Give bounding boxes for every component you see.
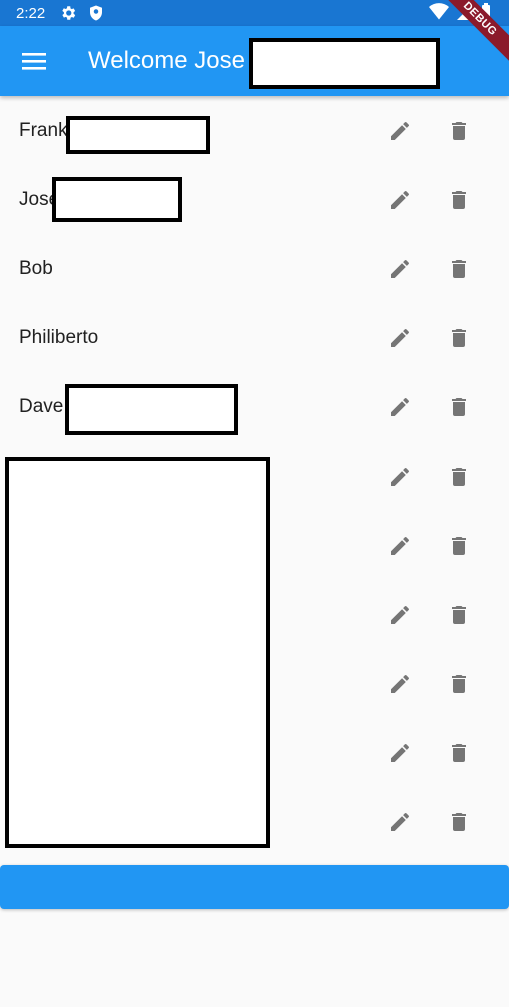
list-item: Bob [0,234,509,303]
pencil-icon [391,190,409,209]
pencil-icon [391,398,409,417]
wifi-icon [429,3,449,20]
edit-button[interactable] [380,249,420,289]
redaction-box [66,116,210,154]
pencil-icon [391,675,409,694]
menu-button[interactable] [17,44,51,78]
delete-button[interactable] [439,526,479,566]
pencil-icon [391,121,409,140]
redaction-box [249,38,440,89]
trash-icon [452,467,466,486]
pencil-icon [391,329,409,348]
edit-button[interactable] [380,318,420,358]
edit-button[interactable] [380,387,420,427]
trash-icon [452,329,466,348]
settings-icon [62,6,76,20]
pencil-icon [391,467,409,486]
delete-button[interactable] [439,802,479,842]
hamburger-menu-icon [22,53,46,70]
edit-button[interactable] [380,802,420,842]
trash-icon [452,813,466,832]
trash-icon [452,675,466,694]
bottom-action-button[interactable] [0,865,509,909]
delete-button[interactable] [439,318,479,358]
edit-button[interactable] [380,733,420,773]
edit-button[interactable] [380,595,420,635]
page-title: Welcome Jose [88,47,245,74]
pencil-icon [391,536,409,555]
delete-button[interactable] [439,457,479,497]
delete-button[interactable] [439,595,479,635]
shield-icon [90,5,103,21]
edit-button[interactable] [380,111,420,151]
redaction-box [52,177,182,222]
delete-button[interactable] [439,733,479,773]
item-name: Philiberto [19,327,99,349]
edit-button[interactable] [380,526,420,566]
item-name: Bob [19,257,53,279]
trash-icon [452,190,466,209]
delete-button[interactable] [439,111,479,151]
pencil-icon [391,813,409,832]
trash-icon [452,259,466,278]
pencil-icon [391,605,409,624]
trash-icon [452,398,466,417]
redaction-box [5,457,270,848]
pencil-icon [391,744,409,763]
edit-button[interactable] [380,664,420,704]
status-bar: 2:22 [0,0,509,26]
pencil-icon [391,259,409,278]
trash-icon [452,121,466,140]
edit-button[interactable] [380,180,420,220]
delete-button[interactable] [439,249,479,289]
status-time: 2:22 [16,4,46,22]
delete-button[interactable] [439,664,479,704]
delete-button[interactable] [439,180,479,220]
trash-icon [452,536,466,555]
edit-button[interactable] [380,457,420,497]
trash-icon [452,605,466,624]
redaction-box [65,384,238,435]
delete-button[interactable] [439,387,479,427]
list-item: Philiberto [0,304,509,373]
trash-icon [452,744,466,763]
